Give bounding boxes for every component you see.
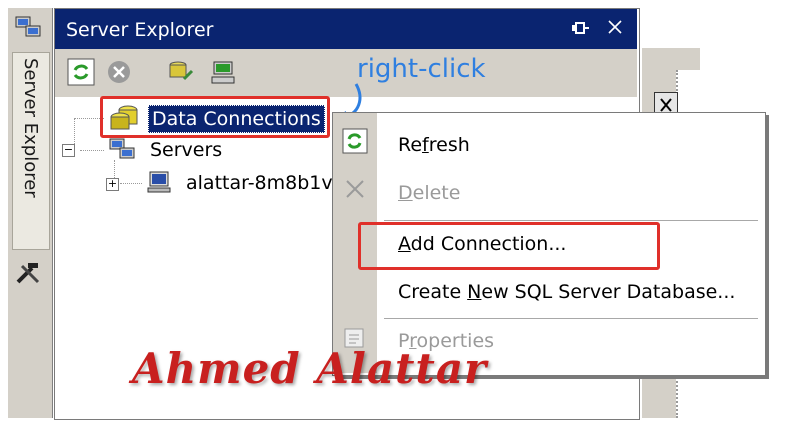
delete-icon [342,176,368,207]
menu-separator [384,318,758,319]
close-icon[interactable] [604,16,626,38]
watermark: Ahmed Alattar [132,344,488,393]
connect-database-icon[interactable] [166,57,196,87]
collapse-toggle[interactable]: − [62,144,75,157]
tree-line [80,150,104,151]
refresh-icon[interactable] [66,57,96,87]
panel-title: Server Explorer [66,19,214,41]
servers-icon [108,136,138,169]
dock-tab-label: Server Explorer [20,58,41,198]
menu-item-create-database[interactable]: Create New SQL Server Database... [398,277,735,307]
server-explorer-dock-icon[interactable] [14,14,44,42]
refresh-icon [342,128,368,159]
annotation-text: right-click [357,54,486,84]
tree-line [120,183,142,184]
menu-separator [384,220,758,221]
tree-item-computer[interactable]: alattar-8m8b1v [186,170,332,196]
pin-icon[interactable] [570,17,590,39]
computer-icon [146,168,174,201]
stop-icon[interactable] [104,57,134,87]
highlight-box [358,222,660,270]
highlight-box [100,96,330,138]
expand-toggle[interactable]: + [106,178,119,191]
connect-server-icon[interactable] [208,57,238,87]
tree-item-servers[interactable]: Servers [150,137,222,163]
menu-item-delete[interactable]: Delete [398,178,460,208]
tools-icon[interactable] [14,260,44,288]
menu-item-refresh[interactable]: Refresh [398,130,470,160]
